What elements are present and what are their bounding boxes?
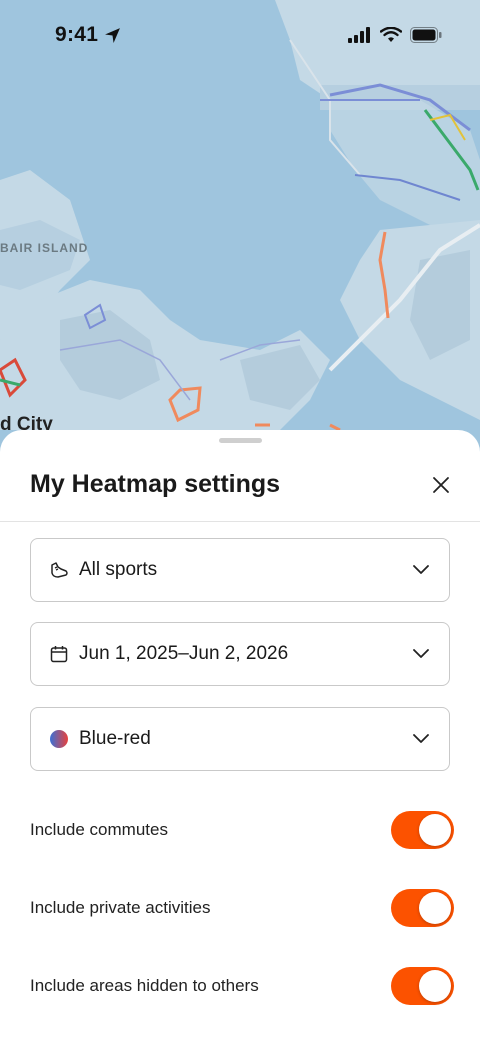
chevron-down-icon — [411, 729, 431, 749]
date-range-dropdown[interactable]: Jun 1, 2025–Jun 2, 2026 — [30, 622, 450, 686]
status-icons — [348, 27, 442, 43]
location-arrow-icon — [105, 27, 121, 43]
toggle-label-private-activities: Include private activities — [30, 898, 211, 917]
date-range-label: Jun 1, 2025–Jun 2, 2026 — [79, 643, 289, 664]
sheet-grabber[interactable] — [219, 438, 262, 443]
wifi-icon — [380, 27, 402, 42]
color-scheme-label: Blue-red — [79, 728, 151, 749]
include-private-activities-toggle[interactable] — [391, 889, 454, 927]
cellular-signal-icon — [348, 27, 370, 43]
map-label-bair-island: BAIR ISLAND — [0, 241, 89, 255]
blue-red-swatch-icon — [49, 729, 69, 749]
toggle-knob — [419, 892, 451, 924]
sheet-title: My Heatmap settings — [30, 470, 281, 498]
status-time-group: 9:41 — [55, 23, 121, 47]
include-commutes-toggle[interactable] — [391, 811, 454, 849]
sport-type-label: All sports — [79, 559, 158, 580]
heatmap-settings-sheet: My Heatmap settings All sports Jun 1, 20… — [0, 430, 480, 1040]
toggle-row-commutes: Include commutes — [30, 810, 454, 850]
color-scheme-dropdown[interactable]: Blue-red — [30, 707, 450, 771]
calendar-icon — [49, 644, 69, 664]
close-icon — [433, 477, 449, 493]
toggle-row-hidden-areas: Include areas hidden to others — [30, 966, 454, 1006]
sheet-header: My Heatmap settings — [0, 452, 480, 522]
toggle-row-private-activities: Include private activities — [30, 888, 454, 928]
chevron-down-icon — [411, 644, 431, 664]
status-bar: 9:41 — [0, 0, 480, 70]
shoe-icon — [49, 560, 69, 580]
toggle-label-commutes: Include commutes — [30, 820, 168, 839]
sport-type-dropdown[interactable]: All sports — [30, 538, 450, 602]
toggle-knob — [419, 970, 451, 1002]
chevron-down-icon — [411, 560, 431, 580]
toggle-label-hidden-areas: Include areas hidden to others — [30, 976, 259, 995]
include-hidden-areas-toggle[interactable] — [391, 967, 454, 1005]
battery-icon — [410, 27, 442, 43]
status-time: 9:41 — [55, 23, 99, 46]
close-button[interactable] — [424, 468, 458, 502]
toggle-knob — [419, 814, 451, 846]
